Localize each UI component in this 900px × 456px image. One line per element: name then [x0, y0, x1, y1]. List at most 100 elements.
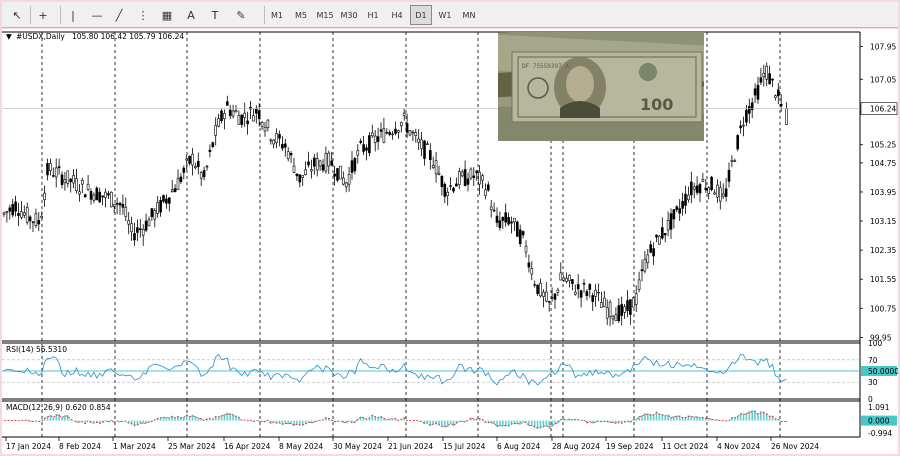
timeframe-m1-button[interactable]: M1: [266, 5, 288, 25]
channel-icon[interactable]: ▦: [158, 5, 176, 25]
candle-body: [336, 168, 339, 181]
candle-body: [768, 73, 771, 85]
candle-body: [774, 95, 777, 98]
timeframe-m30-button[interactable]: M30: [338, 5, 360, 25]
chart-area[interactable]: ▼ #USDX,Daily 105.80 106.42 105.79 106.24 1…: [2, 29, 898, 454]
shapes-icon[interactable]: ✎: [232, 5, 250, 25]
candle-body: [379, 129, 383, 132]
candle-body: [437, 172, 441, 175]
fibonacci-icon[interactable]: ⋮: [134, 5, 152, 25]
candle-body: [736, 135, 740, 150]
candle-body: [83, 194, 87, 198]
candle-body: [359, 140, 363, 143]
candle-body: [457, 171, 461, 186]
candle-body: [66, 170, 70, 184]
candle-body: [478, 171, 481, 185]
candle-body: [460, 171, 464, 177]
candle-body: [504, 212, 508, 223]
candle-body: [368, 135, 371, 154]
candle-body: [481, 175, 484, 181]
candle-body: [629, 299, 632, 315]
dollar-bills-picture: 100 DF 75559397 A: [498, 32, 704, 141]
candle-body: [40, 215, 44, 219]
trendline-icon[interactable]: ╱: [110, 5, 128, 25]
candle-body: [353, 158, 357, 172]
candle-body: [591, 295, 595, 302]
candle-body: [150, 208, 154, 217]
timeframe-h4-button[interactable]: H4: [386, 5, 408, 25]
candle-body: [179, 176, 183, 182]
candle-body: [344, 182, 348, 188]
candle-body: [118, 202, 122, 206]
price-tick-label: 102.35: [870, 246, 896, 255]
candle-body: [289, 153, 293, 156]
text-label-icon[interactable]: T: [206, 5, 224, 25]
candle-body: [57, 166, 61, 169]
candle-body: [318, 160, 322, 167]
candle-body: [205, 165, 209, 168]
timeframe-h1-button[interactable]: H1: [362, 5, 384, 25]
candle-body: [762, 72, 766, 77]
candle-body: [324, 152, 328, 172]
candle-body: [365, 147, 368, 151]
timeframe-m5-button[interactable]: M5: [290, 5, 312, 25]
candle-body: [2, 212, 6, 215]
date-tick-label: 8 Feb 2024: [59, 442, 101, 451]
timeframe-d1-button[interactable]: D1: [410, 5, 432, 25]
candle-body: [649, 244, 653, 253]
rsi-tick-label: 100: [868, 339, 883, 348]
crosshair-icon[interactable]: +: [34, 5, 52, 25]
candle-body: [170, 189, 174, 192]
candle-body: [452, 187, 455, 192]
candle-body: [449, 185, 452, 187]
candle-body: [626, 300, 629, 312]
candle-body: [81, 180, 84, 185]
candle-body: [747, 106, 751, 114]
horizontal-line-icon[interactable]: —: [88, 5, 106, 25]
candle-body: [75, 178, 78, 191]
candle-body: [765, 65, 769, 80]
candle-body: [34, 213, 38, 226]
candle-body: [431, 165, 435, 168]
vertical-line-icon[interactable]: |: [64, 5, 82, 25]
candle-body: [92, 194, 96, 201]
candle-body: [553, 293, 557, 300]
timeframe-m15-button[interactable]: M15: [314, 5, 336, 25]
candle-body: [687, 194, 690, 200]
chart-canvas[interactable]: ▼ #USDX,Daily 105.80 106.42 105.79 106.24 1…: [2, 29, 898, 454]
candle-body: [576, 284, 580, 290]
candle-body: [292, 165, 296, 173]
candle-body: [652, 248, 655, 257]
candle-body: [153, 210, 157, 220]
candle-body: [208, 149, 212, 152]
macd-tick-label: 0.000: [868, 417, 890, 426]
candle-body: [785, 108, 788, 125]
candle-body: [588, 284, 592, 290]
candle-body: [779, 104, 783, 107]
text-icon[interactable]: A: [182, 5, 200, 25]
candle-body: [283, 143, 287, 148]
candle-body: [275, 133, 278, 143]
candle-body: [147, 219, 151, 227]
timeframe-w1-button[interactable]: W1: [434, 5, 456, 25]
candle-body: [692, 186, 696, 190]
candle-body: [716, 184, 719, 198]
candle-body: [25, 207, 29, 223]
macd-tick-label: -0.994: [868, 429, 892, 438]
candle-body: [315, 158, 319, 171]
candle-body: [156, 202, 159, 214]
date-tick-label: 6 Aug 2024: [497, 442, 540, 451]
candle-body: [585, 291, 589, 296]
candle-body: [60, 174, 64, 185]
cursor-icon[interactable]: ↖: [8, 5, 26, 25]
candle-body: [46, 163, 49, 176]
candle-body: [707, 187, 711, 194]
candle-body: [565, 277, 568, 282]
toolbar-separator: [30, 6, 31, 24]
chart-symbol: #USDX,Daily: [16, 32, 65, 41]
candle-body: [446, 191, 450, 197]
candle-body: [246, 120, 249, 125]
candle-body: [397, 130, 400, 133]
candle-body: [536, 284, 539, 294]
timeframe-mn-button[interactable]: MN: [458, 5, 480, 25]
